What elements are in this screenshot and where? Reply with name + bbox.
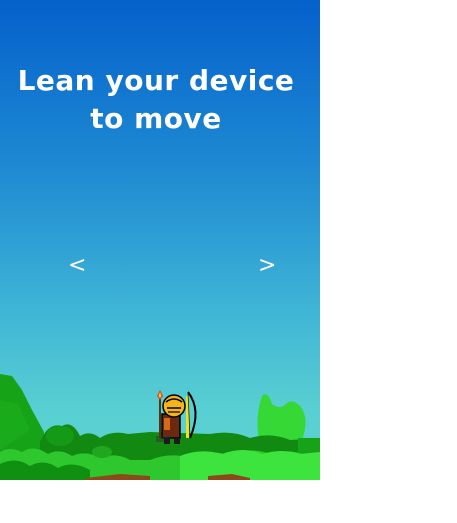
- foreground-bushes-light: [180, 450, 320, 480]
- instruction-line-1: Lean your device: [17, 64, 295, 97]
- game-canvas[interactable]: Lean your device to move < >: [0, 0, 320, 480]
- bush-blob: [46, 426, 74, 446]
- move-right-arrow[interactable]: >: [258, 252, 276, 280]
- bush-blob: [92, 446, 112, 458]
- tilt-instruction: Lean your device to move: [0, 62, 312, 138]
- instruction-line-2: to move: [90, 102, 222, 135]
- archer-character-icon[interactable]: [150, 388, 206, 446]
- move-left-arrow[interactable]: <: [68, 252, 86, 280]
